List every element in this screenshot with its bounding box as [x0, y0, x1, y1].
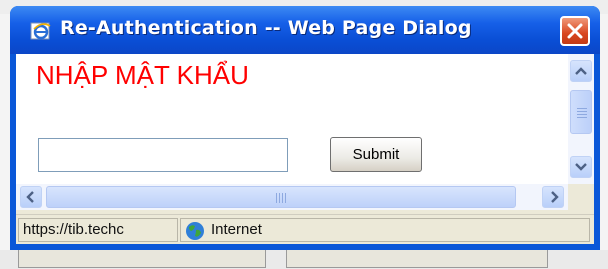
scroll-down-button[interactable]	[570, 156, 592, 178]
password-input[interactable]	[38, 138, 288, 172]
security-zone-label: Internet	[211, 221, 262, 238]
scroll-up-button[interactable]	[570, 60, 592, 82]
vertical-scrollbar[interactable]	[568, 54, 594, 184]
page-heading: NHẬP MẬT KHẨU	[36, 60, 249, 90]
chevron-left-icon	[26, 191, 34, 203]
scroll-left-button[interactable]	[20, 186, 42, 208]
status-bar: https://tib.techc Internet	[16, 214, 594, 244]
chevron-down-icon	[575, 163, 587, 171]
close-button[interactable]	[560, 16, 590, 46]
page-content: NHẬP MẬT KHẨU Submit	[16, 54, 568, 184]
chevron-up-icon	[575, 67, 587, 75]
dialog-window: Re-Authentication -- Web Page Dialog NHẬ…	[10, 6, 600, 250]
scroll-right-button[interactable]	[542, 186, 564, 208]
security-zone-pane: Internet	[180, 218, 590, 242]
horizontal-scrollbar[interactable]	[16, 184, 568, 210]
close-icon	[567, 23, 583, 39]
internet-explorer-icon	[30, 22, 51, 40]
globe-icon	[186, 222, 204, 240]
dialog-client-area: NHẬP MẬT KHẨU Submit https://tib.techc I…	[16, 54, 594, 244]
scrollbar-corner	[568, 184, 594, 210]
status-url: https://tib.techc	[18, 218, 178, 242]
vertical-scroll-thumb[interactable]	[570, 90, 592, 134]
title-bar[interactable]: Re-Authentication -- Web Page Dialog	[10, 6, 600, 54]
submit-button[interactable]: Submit	[330, 137, 422, 172]
dialog-title: Re-Authentication -- Web Page Dialog	[60, 17, 472, 39]
chevron-right-icon	[551, 191, 559, 203]
horizontal-scroll-thumb[interactable]	[46, 186, 516, 208]
